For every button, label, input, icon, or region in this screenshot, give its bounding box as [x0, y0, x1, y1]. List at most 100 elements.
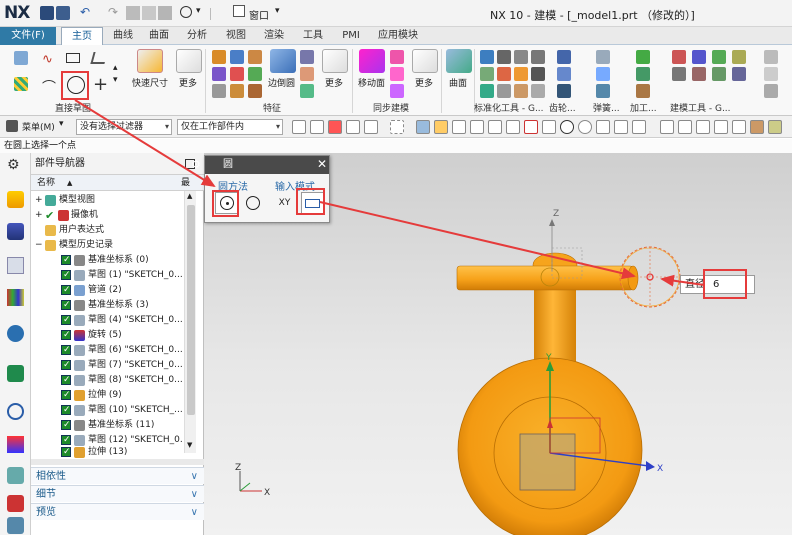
- clock-icon[interactable]: [7, 403, 24, 420]
- tree-item-feature[interactable]: 草图 (10) "SKETCH_...: [31, 403, 183, 418]
- tree-item-feature[interactable]: 拉伸 (13): [31, 445, 183, 460]
- extrude-icon[interactable]: [212, 50, 226, 64]
- cut-icon[interactable]: [126, 6, 140, 20]
- tree-item-feature[interactable]: 草图 (1) "SKETCH_0...: [31, 268, 183, 283]
- standard-part-icon-11[interactable]: [514, 84, 528, 98]
- tree-item-feature[interactable]: 基准坐标系 (3): [31, 298, 183, 313]
- check-mark-icon[interactable]: ✔: [45, 208, 54, 223]
- scrollbar-thumb[interactable]: [187, 205, 195, 415]
- more-icon-2[interactable]: [322, 49, 348, 73]
- tab-curve[interactable]: 曲线: [106, 27, 140, 45]
- hole-icon[interactable]: [230, 50, 244, 64]
- extra-icon-1[interactable]: [764, 50, 778, 64]
- circle-command-icon[interactable]: [180, 6, 192, 18]
- system-materials-icon[interactable]: [7, 436, 24, 453]
- point-icon[interactable]: +: [93, 74, 108, 95]
- visibility-checkbox[interactable]: [61, 373, 71, 388]
- window-dropdown-icon[interactable]: ▾: [275, 6, 280, 16]
- assembly-navigator-icon[interactable]: [7, 191, 24, 208]
- snap-center-icon[interactable]: [560, 120, 574, 134]
- process-studio-icon[interactable]: [7, 467, 24, 484]
- sketch-square[interactable]: [519, 433, 576, 491]
- visibility-checkbox[interactable]: [61, 403, 71, 418]
- column-latest-header[interactable]: 最: [181, 175, 190, 191]
- visibility-checkbox[interactable]: [61, 328, 71, 343]
- snap-on-curve-icon[interactable]: [614, 120, 628, 134]
- tree-item-feature[interactable]: 草图 (4) "SKETCH_0...: [31, 313, 183, 328]
- tab-analysis[interactable]: 分析: [180, 27, 214, 45]
- roles-icon[interactable]: [7, 495, 24, 512]
- tab-home[interactable]: 主页: [61, 27, 103, 45]
- modeling-tool-icon-5[interactable]: [672, 67, 686, 81]
- splitter[interactable]: [31, 459, 204, 465]
- panel-preview[interactable]: 预览 ∨: [31, 503, 204, 520]
- surface-icon[interactable]: [446, 49, 472, 73]
- rectangle-icon[interactable]: [66, 53, 80, 63]
- three-point-button[interactable]: [241, 192, 264, 214]
- snap-point-icon[interactable]: [542, 120, 556, 134]
- modeling-tool-icon-1[interactable]: [672, 50, 686, 64]
- visibility-checkbox[interactable]: [61, 418, 71, 433]
- gear-icon[interactable]: ⚙: [7, 157, 24, 174]
- standard-part-icon-1[interactable]: [480, 50, 494, 64]
- dropdown-icon[interactable]: ▾: [196, 6, 201, 16]
- draft-icon[interactable]: [300, 67, 314, 81]
- move-face-icon[interactable]: [359, 49, 385, 73]
- quick-dimension-icon[interactable]: [137, 49, 163, 73]
- standard-part-icon-7[interactable]: [514, 67, 528, 81]
- redo-icon[interactable]: ↷: [108, 5, 118, 19]
- datum-icon[interactable]: [212, 84, 226, 98]
- navigator-scrollbar[interactable]: ▲ ▼: [184, 191, 196, 453]
- visibility-checkbox[interactable]: [61, 388, 71, 403]
- spring-icon-3[interactable]: [596, 84, 610, 98]
- tree-item-feature[interactable]: 草图 (6) "SKETCH_0...: [31, 343, 183, 358]
- collapse-icon[interactable]: −: [35, 238, 43, 253]
- scroll-down-icon[interactable]: ▼: [187, 441, 192, 449]
- expand-icon[interactable]: +: [35, 193, 43, 208]
- snap-intersection-icon[interactable]: [524, 120, 538, 134]
- subtract-icon[interactable]: [230, 67, 244, 81]
- render-style-icon[interactable]: [750, 120, 764, 134]
- machining-icon-3[interactable]: [636, 84, 650, 98]
- tube-end-face[interactable]: [627, 265, 639, 291]
- render-style-icon-2[interactable]: [768, 120, 782, 134]
- visibility-checkbox[interactable]: [61, 253, 71, 268]
- modeling-tool-icon-3[interactable]: [712, 50, 726, 64]
- surface-label[interactable]: 曲面: [449, 76, 467, 89]
- visibility-checkbox[interactable]: [61, 283, 71, 298]
- snap-icon-1[interactable]: [416, 120, 430, 134]
- tab-surface[interactable]: 曲面: [142, 27, 176, 45]
- more-label-2[interactable]: 更多: [325, 76, 343, 89]
- filter-icon-4[interactable]: [346, 120, 360, 134]
- modeling-tool-icon-7[interactable]: [712, 67, 726, 81]
- snap-quadrant-icon[interactable]: [578, 120, 592, 134]
- copy-icon[interactable]: [142, 6, 156, 20]
- snap-icon-2[interactable]: [434, 120, 448, 134]
- visibility-checkbox[interactable]: [61, 358, 71, 373]
- tab-view[interactable]: 视图: [219, 27, 253, 45]
- sort-ascending-icon[interactable]: ▲: [67, 175, 72, 191]
- selection-filter-select[interactable]: 没有选择过滤器 ▾: [76, 119, 172, 135]
- expand-icon[interactable]: +: [35, 208, 43, 223]
- paste-icon[interactable]: [158, 6, 172, 20]
- snap-midpoint-icon[interactable]: [488, 120, 502, 134]
- filter-icon-1[interactable]: [292, 120, 306, 134]
- view-icon-1[interactable]: [660, 120, 674, 134]
- visibility-checkbox[interactable]: [61, 445, 71, 460]
- menu-icon[interactable]: [6, 120, 18, 132]
- undo-icon[interactable]: ↶: [80, 5, 90, 19]
- panel-dependencies[interactable]: 相依性 ∨: [31, 467, 204, 484]
- panel-details[interactable]: 细节 ∨: [31, 485, 204, 502]
- view-icon-3[interactable]: [696, 120, 710, 134]
- menu-button[interactable]: 菜单(M): [22, 120, 55, 133]
- pattern-icon[interactable]: [230, 84, 244, 98]
- sketch-icon[interactable]: [14, 51, 28, 65]
- history-palette-icon[interactable]: [7, 517, 24, 534]
- standard-part-icon-12[interactable]: [531, 84, 545, 98]
- menu-dropdown-icon[interactable]: ▾: [59, 119, 64, 129]
- window-menu[interactable]: 窗口: [249, 7, 269, 22]
- move-face-label[interactable]: 移动面: [358, 76, 385, 89]
- tree-item-feature[interactable]: 拉伸 (9): [31, 388, 183, 403]
- extra-icon-3[interactable]: [764, 84, 778, 98]
- finish-sketch-icon[interactable]: [14, 77, 28, 91]
